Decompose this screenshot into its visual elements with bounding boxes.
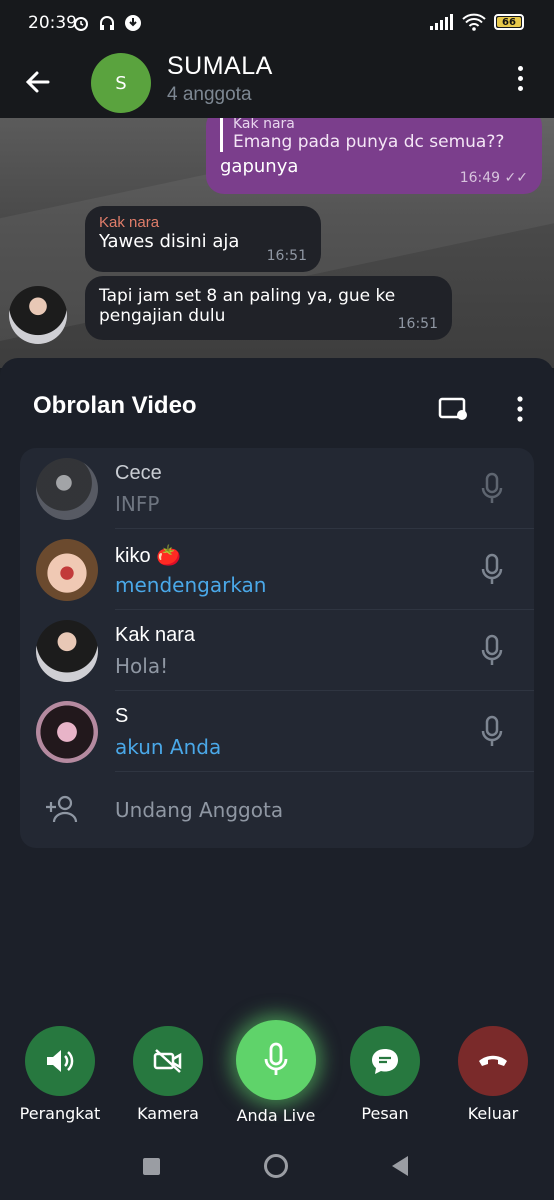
- chat-area: Kak nara Emang pada punya dc semua?? gap…: [0, 118, 554, 368]
- participant-avatar: [36, 458, 98, 520]
- chat-header: S SUMALA 4 anggota: [0, 48, 554, 118]
- speaker-icon: [47, 1050, 74, 1072]
- incoming-message[interactable]: Kak nara Yawes disini aja 16:51: [85, 206, 321, 272]
- headphones-icon: [100, 16, 114, 30]
- participant-avatar: [36, 539, 98, 601]
- call-controls: Perangkat Kamera Anda Live Pesan Keluar: [0, 1020, 554, 1136]
- mic-live-button[interactable]: Anda Live: [221, 1020, 331, 1125]
- camera-button[interactable]: Kamera: [113, 1026, 223, 1123]
- incoming-message[interactable]: Tapi jam set 8 an paling ya, gue ke peng…: [85, 276, 452, 340]
- hangup-icon: [479, 1055, 507, 1066]
- add-user-icon: [46, 795, 78, 823]
- signal-icon: [430, 14, 453, 30]
- back-arrow-icon[interactable]: [24, 68, 52, 96]
- message-sender: Kak nara: [99, 214, 160, 231]
- participant-status: Hola!: [115, 654, 169, 678]
- wifi-icon: [462, 13, 486, 31]
- download-icon: [125, 15, 141, 31]
- alarm-icon: [74, 17, 88, 31]
- group-name[interactable]: SUMALA: [167, 52, 273, 81]
- speaker-button[interactable]: Perangkat: [5, 1026, 115, 1123]
- participant-name: Kak nara: [115, 624, 196, 646]
- status-bar: 20:39 66: [0, 0, 554, 48]
- participant-status: akun Anda: [115, 735, 222, 759]
- participant-status: mendengarkan: [115, 573, 267, 597]
- sender-avatar[interactable]: [9, 286, 67, 344]
- sheet-more-icon[interactable]: [516, 396, 524, 422]
- message-icon: [372, 1049, 398, 1074]
- participant-status: INFP: [115, 492, 160, 516]
- mic-icon: [481, 634, 503, 665]
- participant-name: S: [115, 705, 129, 727]
- participant-row[interactable]: S akun Anda: [20, 691, 534, 772]
- group-avatar[interactable]: S: [91, 53, 151, 113]
- reply-quote: Kak nara Emang pada punya dc semua??: [220, 118, 528, 152]
- outgoing-message[interactable]: Kak nara Emang pada punya dc semua?? gap…: [206, 118, 542, 194]
- screen-share-icon[interactable]: [438, 396, 468, 422]
- camera-off-icon: [153, 1049, 182, 1073]
- participant-name: Cece: [115, 462, 162, 484]
- status-time: 20:39: [28, 13, 77, 33]
- invite-label: Undang Anggota: [115, 798, 284, 822]
- mic-icon: [481, 472, 503, 503]
- system-nav-bar: [0, 1140, 554, 1200]
- nav-back-icon[interactable]: [392, 1156, 408, 1176]
- home-icon[interactable]: [264, 1154, 288, 1178]
- mic-icon: [264, 1042, 288, 1075]
- participant-row[interactable]: Cece INFP: [20, 448, 534, 529]
- mic-icon: [481, 553, 503, 584]
- message-button[interactable]: Pesan: [330, 1026, 440, 1123]
- group-member-count: 4 anggota: [167, 84, 252, 105]
- more-options-icon[interactable]: [518, 66, 526, 96]
- message-time: 16:49 ✓✓: [459, 170, 528, 186]
- participant-list: Cece INFP kiko 🍅 mendengarkan Kak nara H…: [20, 448, 534, 848]
- double-check-icon: ✓✓: [504, 170, 528, 186]
- leave-button[interactable]: Keluar: [438, 1026, 548, 1123]
- participant-avatar: [36, 620, 98, 682]
- participant-row[interactable]: Kak nara Hola!: [20, 610, 534, 691]
- mic-icon: [481, 715, 503, 746]
- recents-icon[interactable]: [143, 1158, 160, 1175]
- invite-members-button[interactable]: Undang Anggota: [20, 772, 534, 848]
- participant-row[interactable]: kiko 🍅 mendengarkan: [20, 529, 534, 610]
- participant-name: kiko 🍅: [115, 545, 182, 567]
- participant-avatar: [36, 701, 98, 763]
- battery-icon: 66: [494, 14, 524, 30]
- sheet-title: Obrolan Video: [33, 392, 197, 419]
